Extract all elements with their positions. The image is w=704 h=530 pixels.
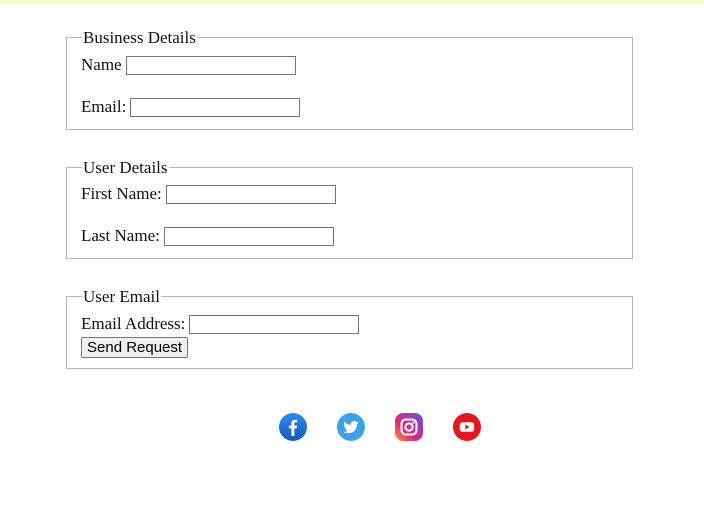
first-name-input[interactable] — [165, 184, 336, 204]
send-request-button[interactable]: Send Request — [81, 337, 189, 358]
last-name-label: Last Name: — [81, 226, 160, 245]
business-details-legend: Business Details — [82, 28, 197, 47]
business-name-input[interactable] — [125, 55, 296, 75]
first-name-label: First Name: — [81, 184, 162, 203]
first-name-row: First Name: — [81, 184, 336, 204]
user-details-legend: User Details — [82, 158, 169, 177]
facebook-link[interactable] — [279, 413, 307, 441]
email-address-row: Email Address: — [81, 314, 360, 334]
business-email-input[interactable] — [130, 97, 301, 117]
top-banner-strip — [0, 0, 704, 5]
last-name-row: Last Name: — [81, 226, 334, 246]
youtube-link[interactable] — [453, 413, 481, 441]
youtube-icon — [453, 413, 481, 441]
user-email-fieldset: User Email Email Address: Send Request — [66, 288, 633, 369]
instagram-link[interactable] — [395, 413, 423, 441]
business-details-fieldset: Business Details Name Email: — [66, 29, 633, 130]
email-address-label: Email Address: — [81, 314, 186, 333]
facebook-icon — [279, 413, 307, 441]
email-address-input[interactable] — [189, 314, 360, 334]
twitter-icon — [337, 413, 365, 441]
twitter-link[interactable] — [337, 413, 365, 441]
instagram-icon — [395, 413, 423, 441]
business-email-label: Email: — [81, 97, 127, 116]
social-links — [279, 413, 481, 441]
business-email-row: Email: — [81, 97, 301, 117]
business-name-label: Name — [81, 55, 122, 74]
business-name-row: Name — [81, 55, 296, 75]
last-name-input[interactable] — [163, 226, 334, 246]
user-details-fieldset: User Details First Name: Last Name: — [66, 159, 633, 259]
user-email-legend: User Email — [82, 287, 161, 306]
